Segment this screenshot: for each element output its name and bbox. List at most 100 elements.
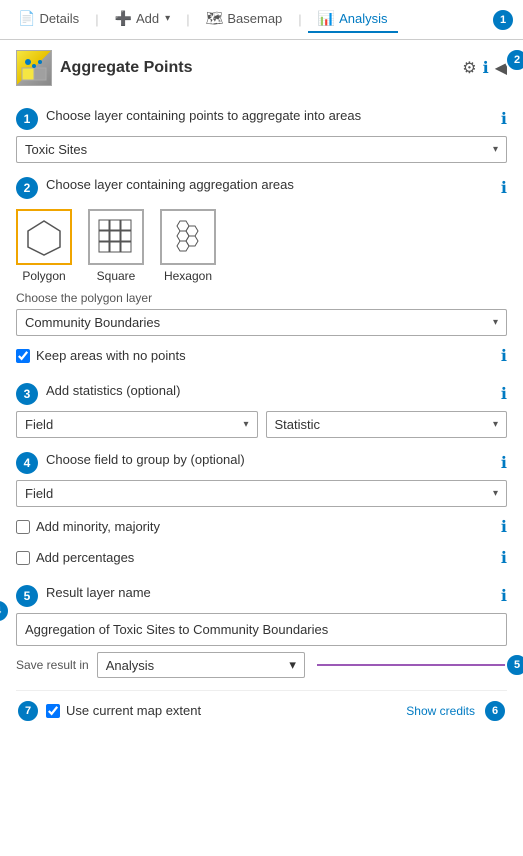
step2-info[interactable]: ℹ (501, 178, 507, 198)
gear-icon[interactable]: ⚙ (462, 58, 476, 78)
add-icon: ➕ (115, 10, 132, 27)
minority-info[interactable]: ℹ (501, 517, 507, 537)
hexagon-label: Hexagon (164, 269, 212, 283)
step4-field-dropdown[interactable]: Field ▾ (16, 480, 507, 507)
percentages-checkbox-row: Add percentages (16, 550, 134, 565)
hexagon-svg (168, 217, 208, 257)
save-result-arrow: ▾ (289, 657, 296, 673)
step3-badge: 3 (16, 383, 38, 405)
right-badge-6[interactable]: 6 (483, 699, 507, 723)
purple-line (317, 664, 507, 666)
step3-dropdown-row: Field ▾ Statistic ▾ (16, 411, 507, 438)
minority-checkbox-row: Add minority, majority (16, 519, 160, 534)
square-option[interactable]: Square (88, 209, 144, 283)
minority-label[interactable]: Add minority, majority (36, 519, 160, 534)
nav-divider-1: | (93, 12, 100, 27)
bottom-bar-left: 7 Use current map extent (16, 697, 201, 724)
step1-header: 1 Choose layer containing points to aggr… (16, 108, 507, 130)
polygon-svg (24, 217, 64, 257)
map-extent-row: Use current map extent (46, 703, 201, 718)
panel-header-actions: ⚙ ℹ ◀ (462, 58, 507, 78)
add-label: Add (136, 11, 159, 26)
details-icon: 📄 (18, 10, 35, 27)
shape-options: Polygon Square (16, 209, 507, 283)
step5-label: Result layer name (46, 585, 493, 600)
minority-checkbox[interactable] (16, 520, 30, 534)
polygon-sublabel: Choose the polygon layer (16, 291, 507, 305)
nav-basemap[interactable]: 🗺 Basemap (196, 6, 293, 33)
show-credits-link[interactable]: Show credits (406, 704, 475, 718)
minority-row: Add minority, majority ℹ (16, 513, 507, 540)
map-extent-label[interactable]: Use current map extent (66, 703, 201, 718)
step3-label: Add statistics (optional) (46, 383, 493, 398)
square-label: Square (97, 269, 136, 283)
result-name-box[interactable]: Aggregation of Toxic Sites to Community … (16, 613, 507, 646)
percentages-checkbox[interactable] (16, 551, 30, 565)
basemap-icon: 🗺 (206, 10, 224, 27)
step3-field-arrow: ▾ (243, 419, 248, 430)
basemap-label: Basemap (227, 11, 282, 26)
keep-areas-info[interactable]: ℹ (501, 346, 507, 366)
nav-divider-2: | (184, 12, 191, 27)
step2-dropdown-arrow: ▾ (493, 317, 498, 328)
step1-info[interactable]: ℹ (501, 109, 507, 129)
step1-label: Choose layer containing points to aggreg… (46, 108, 493, 123)
step4-label: Choose field to group by (optional) (46, 452, 493, 467)
step2-layer-dropdown[interactable]: Community Boundaries ▾ (16, 309, 507, 336)
step3-info[interactable]: ℹ (501, 384, 507, 404)
step3-statistic-dropdown[interactable]: Statistic ▾ (266, 411, 508, 438)
step4-header: 4 Choose field to group by (optional) ℹ (16, 452, 507, 474)
step3-header: 3 Add statistics (optional) ℹ (16, 383, 507, 405)
nav-add[interactable]: ➕ Add ▾ (105, 6, 181, 33)
hexagon-box[interactable] (160, 209, 216, 265)
analysis-label: Analysis (339, 11, 387, 26)
step1-layer-value: Toxic Sites (25, 142, 87, 157)
header-badge-2[interactable]: 2 (505, 48, 523, 72)
percentages-info[interactable]: ℹ (501, 548, 507, 568)
step2-label: Choose layer containing aggregation area… (46, 177, 493, 192)
step4-badge: 4 (16, 452, 38, 474)
step4-dropdown-row: Field ▾ (16, 480, 507, 507)
nav-analysis[interactable]: 📊 Analysis (308, 6, 398, 33)
nav-details[interactable]: 📄 Details (8, 6, 89, 33)
panel-title: Aggregate Points (60, 59, 454, 77)
save-result-dropdown[interactable]: Analysis ▾ (97, 652, 305, 678)
keep-areas-checkbox[interactable] (16, 349, 30, 363)
hexagon-option[interactable]: Hexagon (160, 209, 216, 283)
step1-layer-dropdown[interactable]: Toxic Sites ▾ (16, 136, 507, 163)
polygon-label: Polygon (22, 269, 65, 283)
step1-badge: 1 (16, 108, 38, 130)
step4-info[interactable]: ℹ (501, 453, 507, 473)
bottom-right: Show credits 6 (406, 699, 507, 723)
step5-container: 4 5 Result layer name ℹ Aggregation of T… (16, 585, 507, 678)
panel-header-icon (16, 50, 52, 86)
step5-badge: 5 (16, 585, 38, 607)
nav-divider-3: | (296, 12, 303, 27)
header-info-icon[interactable]: ℹ (483, 58, 489, 78)
step4-dropdown-arrow: ▾ (493, 488, 498, 499)
nav-badge-1[interactable]: 1 (491, 8, 515, 32)
checkbox-keep-row: Keep areas with no points ℹ (16, 342, 507, 369)
map-extent-checkbox[interactable] (46, 704, 60, 718)
add-dropdown-arrow: ▾ (165, 13, 170, 24)
polygon-box[interactable] (16, 209, 72, 265)
step5-info[interactable]: ℹ (501, 586, 507, 606)
square-box[interactable] (88, 209, 144, 265)
step3-statistic-arrow: ▾ (493, 419, 498, 430)
right-badge-5[interactable]: 5 (505, 653, 523, 677)
left-badge-7[interactable]: 7 (16, 699, 40, 723)
left-badge-4[interactable]: 4 (0, 599, 10, 623)
keep-areas-label[interactable]: Keep areas with no points (36, 348, 186, 363)
step2-header: 2 Choose layer containing aggregation ar… (16, 177, 507, 199)
step2-layer-value: Community Boundaries (25, 315, 160, 330)
step2-dropdown-row: Community Boundaries ▾ (16, 309, 507, 336)
details-label: Details (39, 11, 79, 26)
step3-field-dropdown[interactable]: Field ▾ (16, 411, 258, 438)
panel-header: Aggregate Points ⚙ ℹ ◀ 2 (16, 40, 507, 94)
polygon-option[interactable]: Polygon (16, 209, 72, 283)
percentages-label[interactable]: Add percentages (36, 550, 134, 565)
aggregate-points-icon (20, 54, 48, 82)
step4-field-value: Field (25, 486, 53, 501)
square-svg (96, 217, 136, 257)
keep-areas-checkbox-row: Keep areas with no points (16, 348, 186, 363)
